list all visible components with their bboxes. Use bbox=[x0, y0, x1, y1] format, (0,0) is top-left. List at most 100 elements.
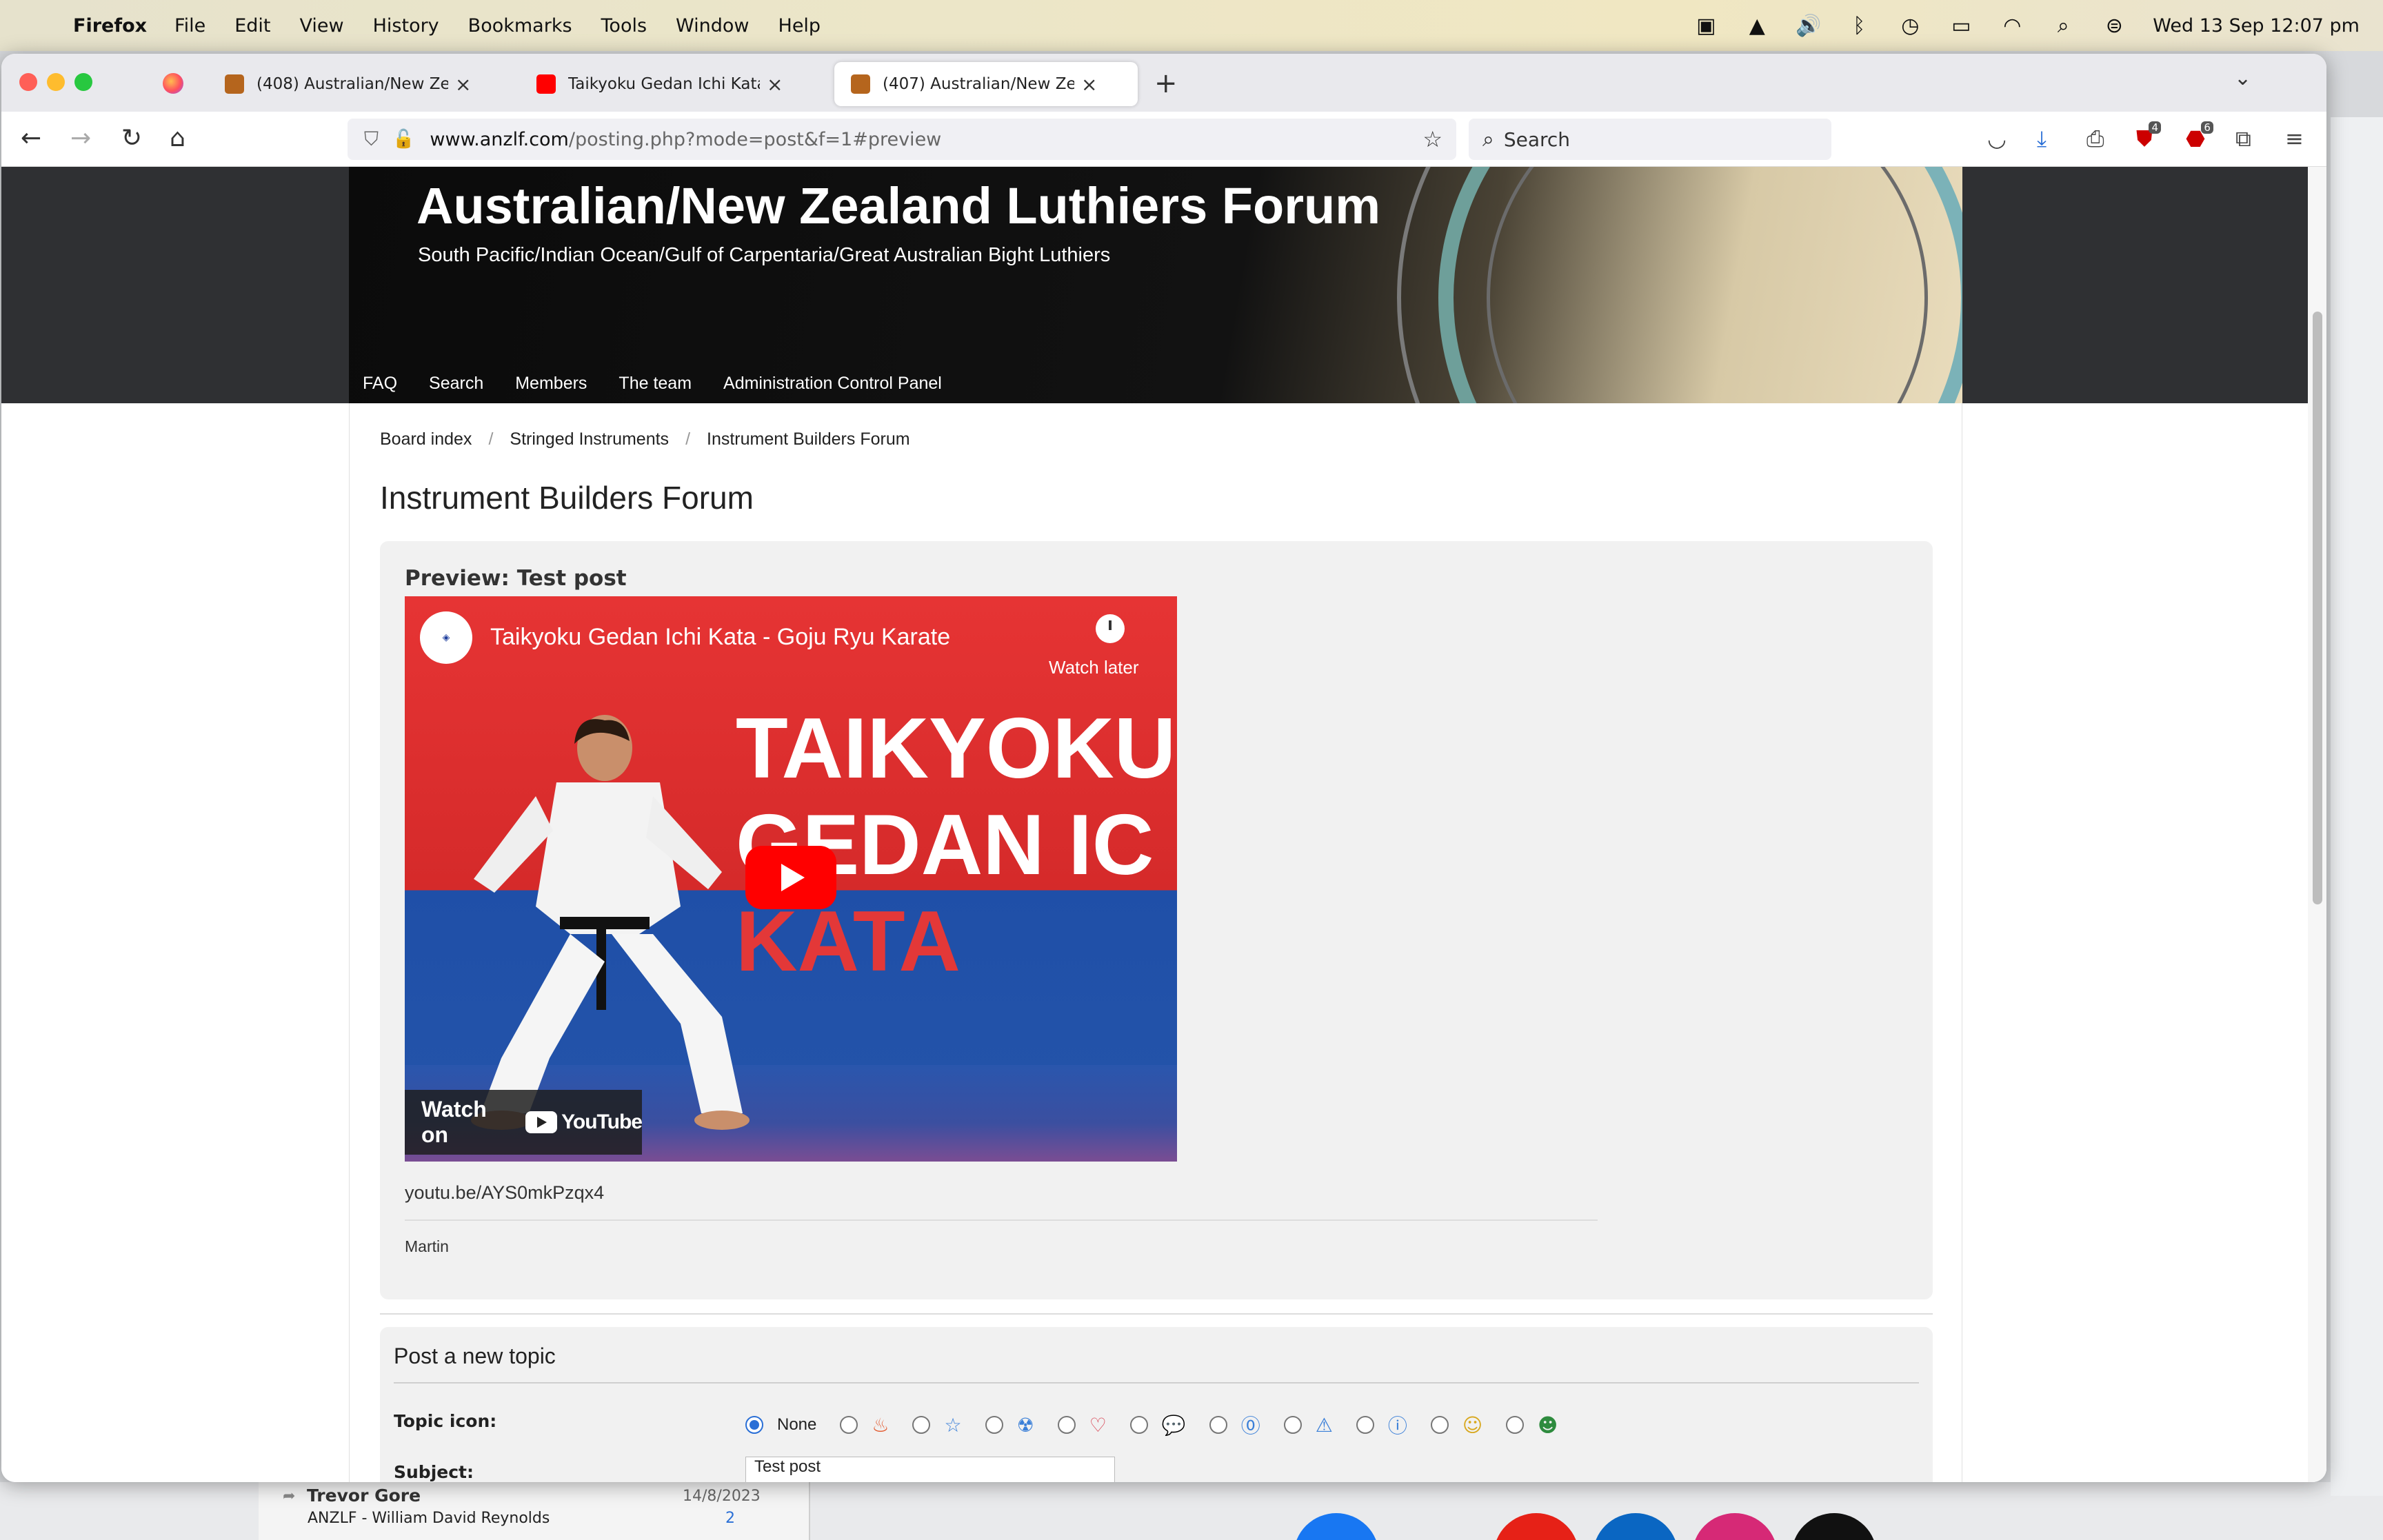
post-preview: Preview: Test post TAIKYOKU GEDAN IC KAT… bbox=[380, 541, 1933, 1299]
list-all-tabs-icon[interactable]: ⌄ bbox=[2234, 66, 2251, 90]
topic-icon-radio-heart[interactable] bbox=[1057, 1416, 1076, 1434]
page-viewport: Australian/New Zealand Luthiers Forum So… bbox=[1, 167, 2326, 1482]
url-text[interactable]: www.anzlf.com/posting.php?mode=post&f=1#… bbox=[430, 129, 941, 150]
navigation-toolbar: ← → ↻ ⌂ ⛉ 🔓 www.anzlf.com/posting.php?mo… bbox=[1, 112, 2326, 167]
nav-search[interactable]: Search bbox=[429, 374, 483, 394]
home-icon[interactable]: ⌂ bbox=[170, 124, 185, 152]
adblock-badge: 6 bbox=[2201, 121, 2213, 134]
page-title[interactable]: Instrument Builders Forum bbox=[380, 479, 754, 516]
rosette-inner-ring bbox=[1487, 167, 1928, 403]
back-icon[interactable]: ← bbox=[21, 124, 41, 152]
url-path: /posting.php?mode=post&f=1#preview bbox=[568, 128, 942, 150]
ublock-icon[interactable]: ⛊ 4 bbox=[2136, 121, 2162, 152]
menu-window[interactable]: Window bbox=[676, 15, 749, 37]
background-post-author: Trevor Gore bbox=[307, 1486, 421, 1506]
topic-icon-radio-info[interactable] bbox=[1356, 1416, 1374, 1434]
downloads-icon[interactable]: ⤓ bbox=[2037, 125, 2047, 152]
app-menu-icon[interactable]: ≡ bbox=[2285, 125, 2304, 152]
page-scrollbar[interactable] bbox=[2308, 167, 2326, 1482]
preview-title: Preview: Test post bbox=[405, 566, 627, 591]
wink-icon: ☺ bbox=[1462, 1413, 1483, 1437]
menu-tools[interactable]: Tools bbox=[601, 15, 647, 37]
scrollbar-thumb[interactable] bbox=[2313, 312, 2322, 904]
tab-anzlf-407[interactable]: (407) Australian/New Zealand L × bbox=[834, 62, 1138, 106]
video-title[interactable]: Taikyoku Gedan Ichi Kata - Goju Ryu Kara… bbox=[490, 624, 950, 651]
menu-file[interactable]: File bbox=[174, 15, 205, 37]
volume-icon[interactable]: 🔊 bbox=[1796, 14, 1821, 38]
menu-bookmarks[interactable]: Bookmarks bbox=[468, 15, 572, 37]
url-host: www.anzlf.com bbox=[430, 128, 569, 150]
breadcrumb-board-index[interactable]: Board index bbox=[380, 429, 472, 449]
battery-icon[interactable]: ▭ bbox=[1949, 14, 1973, 38]
bookmark-star-icon[interactable]: ☆ bbox=[1422, 126, 1442, 152]
topic-icon-radio-wink[interactable] bbox=[1430, 1416, 1449, 1434]
topic-icon-none-label[interactable]: None bbox=[777, 1415, 816, 1435]
topic-icon-radio-radioactive[interactable] bbox=[985, 1416, 1003, 1434]
topic-icon-radio-star[interactable] bbox=[912, 1416, 931, 1434]
extensions-icon[interactable]: ⧉ bbox=[2235, 125, 2251, 152]
forward-icon[interactable]: → bbox=[70, 124, 91, 152]
nav-members[interactable]: Members bbox=[515, 374, 587, 394]
tab-title: Taikyoku Gedan Ichi Kata - Goju bbox=[568, 75, 760, 93]
menu-app-name[interactable]: Firefox bbox=[73, 15, 147, 37]
adblock-icon[interactable]: ⬣ 6 bbox=[2186, 121, 2213, 152]
background-post-topic: ANZLF - William David Reynolds bbox=[308, 1510, 550, 1527]
play-button[interactable] bbox=[745, 846, 836, 909]
menu-edit[interactable]: Edit bbox=[234, 15, 270, 37]
topic-icon-radio-speech[interactable] bbox=[1129, 1416, 1148, 1434]
search-placeholder: Search bbox=[1503, 128, 1571, 151]
fire-icon: ♨ bbox=[872, 1413, 889, 1437]
video-link[interactable]: youtu.be/AYS0mkPzqx4 bbox=[405, 1182, 604, 1204]
reload-icon[interactable]: ↻ bbox=[121, 124, 142, 152]
topic-icon-radio-fire[interactable] bbox=[840, 1416, 858, 1434]
wifi-icon[interactable]: ◠ bbox=[2000, 14, 2024, 38]
watch-later-label[interactable]: Watch later bbox=[1049, 657, 1139, 678]
bbedit-icon[interactable]: ▣ bbox=[1693, 14, 1718, 38]
youtube-embed[interactable]: TAIKYOKU GEDAN IC KATA ◈ Taikyoku Gedan … bbox=[405, 596, 1177, 1162]
close-window-button[interactable] bbox=[19, 73, 37, 91]
control-center-icon[interactable]: ⊜ bbox=[2102, 14, 2126, 38]
minimize-window-button[interactable] bbox=[47, 73, 65, 91]
url-bar[interactable]: ⛉ 🔓 www.anzlf.com/posting.php?mode=post&… bbox=[348, 119, 1456, 160]
search-bar[interactable]: ⌕ Search bbox=[1469, 119, 1831, 160]
nav-faq[interactable]: FAQ bbox=[363, 374, 397, 394]
firefox-view-icon[interactable] bbox=[163, 73, 183, 94]
topic-icon-radio-none[interactable] bbox=[745, 1416, 763, 1434]
macos-menubar: Firefox File Edit View History Bookmarks… bbox=[0, 0, 2383, 51]
time-machine-icon[interactable]: ◷ bbox=[1898, 14, 1922, 38]
site-title[interactable]: Australian/New Zealand Luthiers Forum bbox=[416, 176, 1380, 235]
menu-history[interactable]: History bbox=[373, 15, 439, 37]
insecure-lock-icon[interactable]: 🔓 bbox=[392, 129, 414, 150]
post-form-heading: Post a new topic bbox=[394, 1344, 556, 1368]
menu-view[interactable]: View bbox=[300, 15, 344, 37]
tracking-shield-icon[interactable]: ⛉ bbox=[364, 128, 379, 151]
youtube-logo: YouTube bbox=[525, 1111, 643, 1134]
print-icon[interactable]: ⎙ bbox=[2087, 125, 2104, 152]
topic-icon-radio-question[interactable] bbox=[1209, 1416, 1227, 1434]
menubar-clock[interactable]: Wed 13 Sep 12:07 pm bbox=[2153, 15, 2360, 37]
clock-icon[interactable] bbox=[1096, 614, 1125, 643]
spotlight-icon[interactable]: ⌕ bbox=[2051, 14, 2075, 38]
close-tab-icon[interactable]: × bbox=[455, 73, 471, 96]
tab-youtube-video[interactable]: Taikyoku Gedan Ichi Kata - Goju × bbox=[520, 62, 822, 106]
nav-admin-control-panel[interactable]: Administration Control Panel bbox=[723, 374, 942, 394]
menu-help[interactable]: Help bbox=[778, 15, 821, 37]
sick-face-icon: ☻ bbox=[1538, 1413, 1558, 1437]
nav-the-team[interactable]: The team bbox=[619, 374, 692, 394]
topic-icon-radio-sick[interactable] bbox=[1506, 1416, 1525, 1434]
subject-input[interactable]: Test post bbox=[745, 1457, 1115, 1482]
close-tab-icon[interactable]: × bbox=[767, 73, 783, 96]
watch-on-youtube-button[interactable]: Watch on YouTube bbox=[405, 1090, 643, 1155]
zoom-window-button[interactable] bbox=[74, 73, 92, 91]
close-tab-icon[interactable]: × bbox=[1081, 73, 1097, 96]
channel-logo[interactable]: ◈ bbox=[420, 611, 472, 664]
breadcrumb-instrument-builders[interactable]: Instrument Builders Forum bbox=[707, 429, 910, 449]
breadcrumb-stringed-instruments[interactable]: Stringed Instruments bbox=[510, 429, 669, 449]
drive-icon[interactable]: ▲ bbox=[1744, 14, 1769, 38]
topic-icon-radio-warning[interactable] bbox=[1283, 1416, 1302, 1434]
tab-anzlf-408[interactable]: (408) Australian/New Zealand L × bbox=[208, 62, 510, 106]
youtube-favicon-icon bbox=[536, 74, 556, 94]
bluetooth-icon[interactable]: ᛒ bbox=[1847, 14, 1871, 38]
new-tab-button[interactable]: + bbox=[1154, 68, 1178, 99]
pocket-icon[interactable]: ◡ bbox=[1987, 125, 2007, 152]
